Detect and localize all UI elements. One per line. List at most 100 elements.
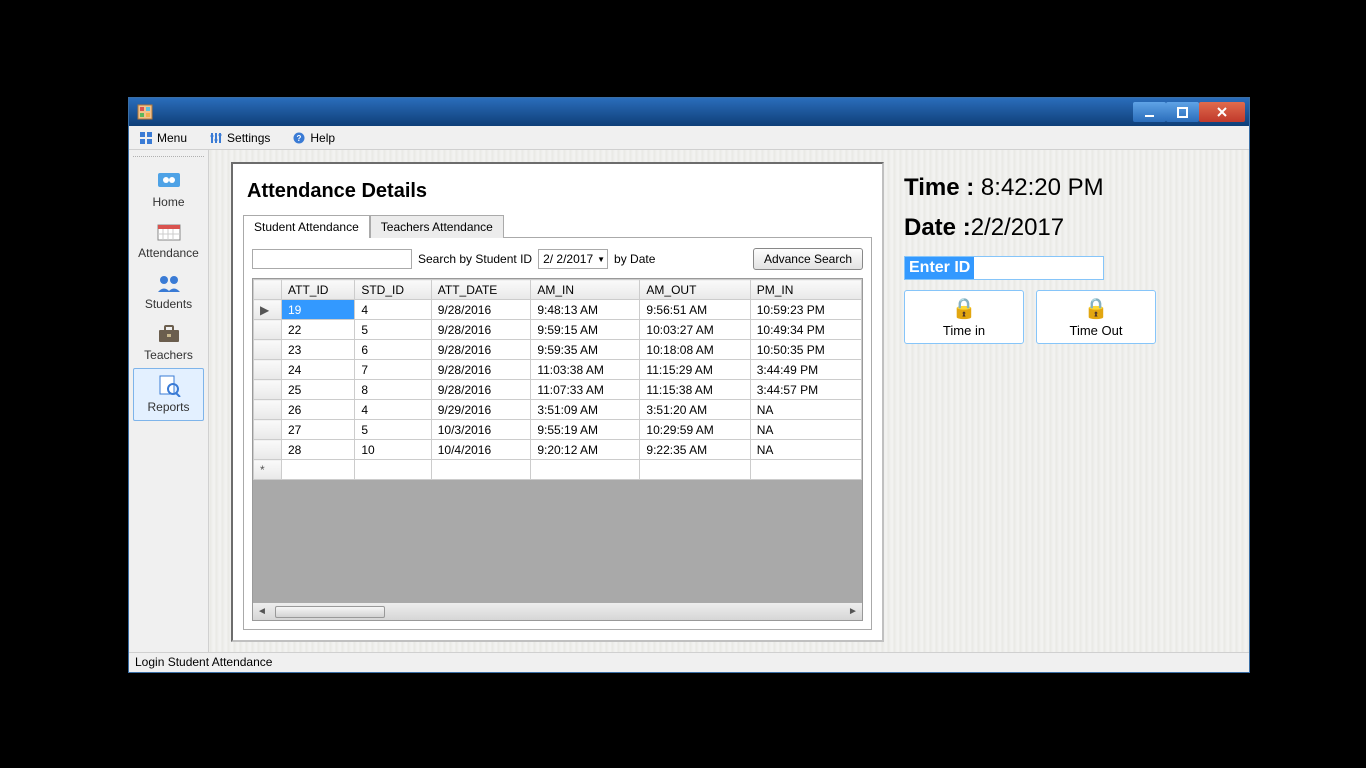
cell[interactable]: 11:15:29 AM — [640, 360, 750, 380]
cell[interactable]: 10/3/2016 — [431, 420, 531, 440]
col-header[interactable]: STD_ID — [355, 280, 431, 300]
col-header[interactable]: AM_OUT — [640, 280, 750, 300]
cell[interactable]: 10:29:59 AM — [640, 420, 750, 440]
cell[interactable]: 11:03:38 AM — [531, 360, 640, 380]
scroll-thumb[interactable] — [275, 606, 385, 618]
cell[interactable]: 22 — [282, 320, 355, 340]
cell[interactable] — [750, 460, 861, 480]
cell[interactable]: 11:15:38 AM — [640, 380, 750, 400]
time-out-button[interactable]: 🔒 Time Out — [1036, 290, 1156, 344]
sidebar-item-students[interactable]: Students — [129, 266, 208, 317]
cell[interactable]: 9/28/2016 — [431, 300, 531, 320]
cell[interactable]: 3:44:57 PM — [750, 380, 861, 400]
table-row[interactable]: 2479/28/201611:03:38 AM11:15:29 AM3:44:4… — [254, 360, 862, 380]
cell[interactable]: 10:50:35 PM — [750, 340, 861, 360]
horizontal-scrollbar[interactable]: ◄ ► — [253, 602, 862, 620]
cell[interactable]: 10:59:23 PM — [750, 300, 861, 320]
cell[interactable]: 9/28/2016 — [431, 320, 531, 340]
cell[interactable]: 4 — [355, 300, 431, 320]
time-in-label: Time in — [943, 323, 985, 338]
chevron-down-icon: ▼ — [597, 255, 605, 264]
col-header[interactable]: ATT_DATE — [431, 280, 531, 300]
cell[interactable]: 9/28/2016 — [431, 340, 531, 360]
search-date-picker[interactable]: 2/ 2/2017 ▼ — [538, 249, 608, 269]
scroll-right-icon[interactable]: ► — [844, 606, 862, 617]
cell[interactable]: NA — [750, 400, 861, 420]
col-header[interactable]: ATT_ID — [282, 280, 355, 300]
cell[interactable]: 11:07:33 AM — [531, 380, 640, 400]
cell[interactable]: 9:22:35 AM — [640, 440, 750, 460]
cell[interactable]: 10/4/2016 — [431, 440, 531, 460]
cell[interactable]: 9:48:13 AM — [531, 300, 640, 320]
cell[interactable]: 3:51:09 AM — [531, 400, 640, 420]
cell[interactable]: 9:56:51 AM — [640, 300, 750, 320]
tab-body: Search by Student ID 2/ 2/2017 ▼ by Date… — [243, 237, 872, 630]
cell[interactable]: 28 — [282, 440, 355, 460]
cell[interactable] — [282, 460, 355, 480]
cell[interactable]: 9:59:15 AM — [531, 320, 640, 340]
table-row[interactable]: 2649/29/20163:51:09 AM3:51:20 AMNA — [254, 400, 862, 420]
cell[interactable]: 8 — [355, 380, 431, 400]
cell[interactable]: 3:44:49 PM — [750, 360, 861, 380]
report-icon — [155, 375, 183, 397]
tab-student-attendance[interactable]: Student Attendance — [243, 215, 370, 238]
advance-search-button[interactable]: Advance Search — [753, 248, 863, 270]
cell[interactable]: 24 — [282, 360, 355, 380]
cell[interactable]: NA — [750, 440, 861, 460]
menu-settings[interactable]: Settings — [205, 129, 274, 147]
cell[interactable]: 10:18:08 AM — [640, 340, 750, 360]
cell[interactable]: 10:49:34 PM — [750, 320, 861, 340]
cell[interactable]: 26 — [282, 400, 355, 420]
enter-id-input[interactable]: Enter ID — [904, 256, 1104, 280]
cell[interactable]: 3:51:20 AM — [640, 400, 750, 420]
cell[interactable] — [355, 460, 431, 480]
cell[interactable]: 5 — [355, 420, 431, 440]
time-in-button[interactable]: 🔒 Time in — [904, 290, 1024, 344]
minimize-button[interactable] — [1133, 102, 1166, 122]
cell[interactable] — [640, 460, 750, 480]
cell[interactable]: 9:20:12 AM — [531, 440, 640, 460]
cell[interactable] — [531, 460, 640, 480]
cell[interactable]: 7 — [355, 360, 431, 380]
sidebar-item-home[interactable]: Home — [129, 164, 208, 215]
cell[interactable]: 9:59:35 AM — [531, 340, 640, 360]
menu-menu[interactable]: Menu — [135, 129, 191, 147]
sidebar-item-teachers[interactable]: Teachers — [129, 317, 208, 368]
sidebar-item-reports[interactable]: Reports — [133, 368, 204, 421]
cell[interactable]: 19 — [282, 300, 355, 320]
table-row[interactable]: ▶1949/28/20169:48:13 AM9:56:51 AM10:59:2… — [254, 300, 862, 320]
table-row[interactable]: 27510/3/20169:55:19 AM10:29:59 AMNA — [254, 420, 862, 440]
col-header[interactable]: AM_IN — [531, 280, 640, 300]
cell[interactable]: 10 — [355, 440, 431, 460]
cell[interactable]: 9/28/2016 — [431, 360, 531, 380]
cell[interactable]: 6 — [355, 340, 431, 360]
cell[interactable]: 10:03:27 AM — [640, 320, 750, 340]
close-button[interactable] — [1199, 102, 1245, 122]
cell[interactable]: 9/29/2016 — [431, 400, 531, 420]
page-title: Attendance Details — [243, 176, 872, 215]
sidebar-item-attendance[interactable]: Attendance — [129, 215, 208, 266]
menu-help[interactable]: ? Help — [288, 129, 339, 147]
data-grid[interactable]: ATT_IDSTD_IDATT_DATEAM_INAM_OUTPM_IN▶194… — [252, 278, 863, 621]
cell[interactable]: 23 — [282, 340, 355, 360]
search-student-id-input[interactable] — [252, 249, 412, 269]
table-row[interactable]: 281010/4/20169:20:12 AM9:22:35 AMNA — [254, 440, 862, 460]
search-bar: Search by Student ID 2/ 2/2017 ▼ by Date… — [252, 248, 863, 270]
cell[interactable]: NA — [750, 420, 861, 440]
cell[interactable]: 5 — [355, 320, 431, 340]
cell[interactable]: 4 — [355, 400, 431, 420]
col-header[interactable]: PM_IN — [750, 280, 861, 300]
cell[interactable] — [431, 460, 531, 480]
titlebar[interactable] — [129, 98, 1249, 126]
table-row[interactable]: 2589/28/201611:07:33 AM11:15:38 AM3:44:5… — [254, 380, 862, 400]
cell[interactable]: 25 — [282, 380, 355, 400]
cell[interactable]: 9:55:19 AM — [531, 420, 640, 440]
table-new-row[interactable]: * — [254, 460, 862, 480]
maximize-button[interactable] — [1166, 102, 1199, 122]
scroll-left-icon[interactable]: ◄ — [253, 606, 271, 617]
table-row[interactable]: 2259/28/20169:59:15 AM10:03:27 AM10:49:3… — [254, 320, 862, 340]
cell[interactable]: 27 — [282, 420, 355, 440]
table-row[interactable]: 2369/28/20169:59:35 AM10:18:08 AM10:50:3… — [254, 340, 862, 360]
cell[interactable]: 9/28/2016 — [431, 380, 531, 400]
tab-teachers-attendance[interactable]: Teachers Attendance — [370, 215, 504, 238]
